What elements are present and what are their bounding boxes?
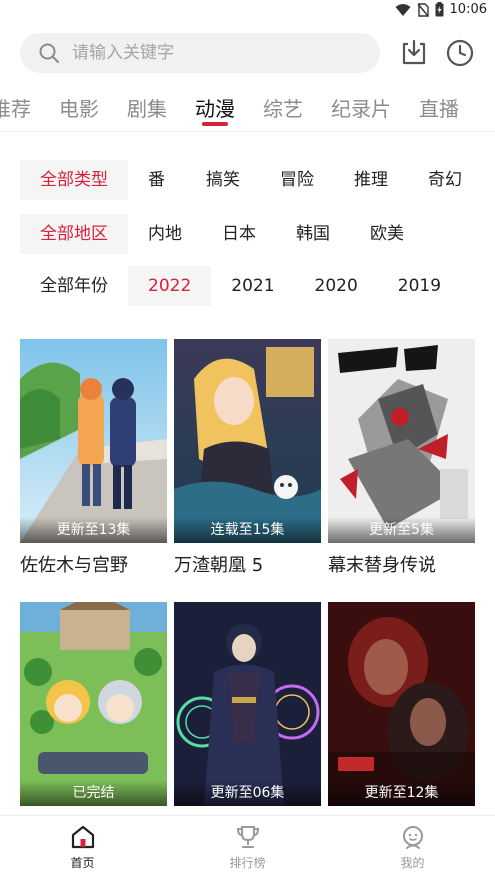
- search-box[interactable]: [20, 33, 380, 73]
- profile-icon: [402, 826, 423, 849]
- filter-region-japan[interactable]: 日本: [202, 214, 276, 254]
- episode-badge: 更新至13集: [20, 517, 167, 543]
- list-item[interactable]: 更新至5集 幕末替身传说: [328, 339, 475, 577]
- filter-type-fantasy[interactable]: 奇幻: [408, 160, 482, 200]
- filter-year-2022[interactable]: 2022: [128, 266, 212, 306]
- filter-type-all[interactable]: 全部类型: [20, 160, 128, 200]
- filter-region-korea[interactable]: 韩国: [276, 214, 350, 254]
- tab-variety[interactable]: 综艺: [263, 92, 303, 130]
- list-item[interactable]: 连载至15集 万渣朝凰 5: [174, 339, 321, 577]
- episode-badge: 更新至12集: [328, 780, 475, 806]
- download-button[interactable]: [397, 36, 431, 70]
- filter-year-2020[interactable]: 2020: [295, 266, 378, 306]
- filter-year-all[interactable]: 全部年份: [20, 266, 128, 306]
- nav-profile[interactable]: 我的: [330, 816, 495, 880]
- card-title: 幕末替身传说: [328, 555, 436, 576]
- list-item[interactable]: 更新至13集 佐佐木与宫野: [20, 339, 167, 577]
- search-icon: [39, 43, 59, 63]
- episode-badge: 更新至5集: [328, 517, 475, 543]
- tab-series[interactable]: 剧集: [127, 92, 167, 130]
- tab-movie[interactable]: 电影: [59, 92, 99, 130]
- filter-region-west[interactable]: 欧美: [350, 214, 424, 254]
- filter-row-region: 全部地区 内地 日本 韩国 欧美: [20, 214, 495, 254]
- filter-region-mainland[interactable]: 内地: [128, 214, 202, 254]
- episode-badge: 更新至06集: [174, 780, 321, 806]
- filter-type-mystery[interactable]: 推理: [334, 160, 408, 200]
- nav-label: 首页: [70, 856, 95, 870]
- status-time: 10:06: [449, 2, 487, 17]
- tab-recommend[interactable]: 推荐: [0, 92, 31, 130]
- card-title: 万渣朝凰 5: [174, 555, 264, 576]
- tab-live[interactable]: 直播: [419, 92, 459, 130]
- filter-type-comedy[interactable]: 搞笑: [186, 160, 260, 200]
- download-icon: [402, 39, 426, 65]
- bottom-nav: 首页 排行榜 我的: [0, 815, 495, 880]
- home-icon: [71, 825, 94, 849]
- filter-row-type: 全部类型 番 搞笑 冒险 推理 奇幻: [20, 160, 495, 200]
- cover-image: 更新至12集: [328, 602, 475, 806]
- filter-year-2019[interactable]: 2019: [378, 266, 461, 306]
- search-input[interactable]: [72, 43, 352, 63]
- cover-image: 已完结: [20, 602, 167, 806]
- nav-label: 我的: [400, 856, 425, 870]
- filter-type-fan[interactable]: 番: [128, 160, 186, 200]
- filter-type-adventure[interactable]: 冒险: [260, 160, 334, 200]
- episode-badge: 连载至15集: [174, 517, 321, 543]
- filter-row-year: 全部年份 2022 2021 2020 2019: [20, 266, 495, 306]
- cover-image: 更新至13集: [20, 339, 167, 543]
- nav-label: 排行榜: [229, 856, 266, 870]
- history-icon: [446, 39, 474, 67]
- tab-anime[interactable]: 动漫: [195, 92, 235, 130]
- history-button[interactable]: [443, 36, 477, 70]
- filter-year-2021[interactable]: 2021: [211, 266, 294, 306]
- no-sim-icon: [416, 2, 429, 17]
- list-item[interactable]: 更新至12集: [328, 602, 475, 814]
- trophy-icon: [236, 826, 259, 848]
- tab-documentary[interactable]: 纪录片: [331, 92, 391, 130]
- nav-ranking[interactable]: 排行榜: [165, 816, 330, 880]
- card-title: 佐佐木与宫野: [20, 555, 128, 576]
- nav-home[interactable]: 首页: [0, 816, 165, 880]
- status-bar: 10:06: [0, 0, 495, 22]
- filter-region-all[interactable]: 全部地区: [20, 214, 128, 254]
- cover-image: 更新至5集: [328, 339, 475, 543]
- wifi-icon: [395, 3, 411, 16]
- episode-badge: 已完结: [20, 780, 167, 806]
- list-item[interactable]: 更新至06集: [174, 602, 321, 814]
- cover-image: 更新至06集: [174, 602, 321, 806]
- category-tabs: 推荐 电影 剧集 动漫 综艺 纪录片 直播: [0, 92, 495, 132]
- list-item[interactable]: 已完结: [20, 602, 167, 814]
- battery-icon: [435, 2, 444, 17]
- cover-image: 连载至15集: [174, 339, 321, 543]
